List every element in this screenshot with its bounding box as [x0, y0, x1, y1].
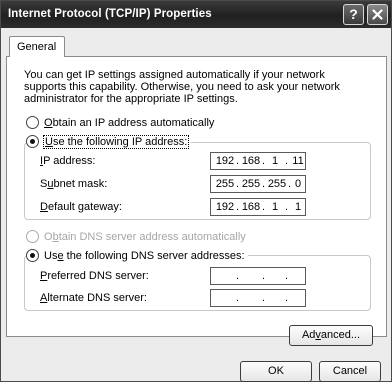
default-gateway-label: Default gateway: [40, 201, 122, 213]
tcpip-properties-dialog: Internet Protocol (TCP/IP) Properties ? … [0, 0, 392, 382]
octet-separator: . [285, 201, 289, 213]
help-button[interactable]: ? [343, 4, 364, 25]
radio-button[interactable] [26, 230, 39, 243]
radio-obtain-dns-auto-label: Obtain DNS server address automatically [44, 230, 246, 243]
octet: 1 [271, 201, 279, 213]
octet-separator: . [236, 292, 240, 304]
octet-separator: . [236, 201, 240, 213]
octet: 168 [241, 201, 261, 213]
radio-button[interactable] [26, 135, 39, 148]
octet-separator: . [236, 270, 240, 282]
intro-text: You can get IP settings assigned automat… [24, 69, 340, 105]
radio-use-following-dns[interactable]: Use the following DNS server addresses: [26, 249, 248, 262]
octet: 0 [294, 178, 302, 190]
octet-separator: . [262, 201, 266, 213]
octet-separator: . [285, 155, 289, 167]
subnet-mask-label: Subnet mask: [40, 178, 108, 190]
radio-obtain-ip-auto-label: Obtain an IP address automatically [44, 116, 215, 129]
octet-separator: . [262, 155, 266, 167]
radio-use-following-dns-label: Use the following DNS server addresses: [44, 249, 245, 262]
ok-button[interactable]: OK [240, 361, 312, 382]
octet-separator: . [262, 270, 266, 282]
octet: 168 [241, 155, 261, 167]
preferred-dns-label: Preferred DNS server: [40, 270, 149, 282]
radio-obtain-ip-auto[interactable]: Obtain an IP address automatically [26, 116, 214, 129]
octet-separator: . [262, 292, 266, 304]
octet-separator: . [285, 270, 289, 282]
octet-separator: . [285, 292, 289, 304]
radio-button[interactable] [26, 249, 39, 262]
close-icon [372, 9, 383, 20]
radio-obtain-dns-auto[interactable]: Obtain DNS server address automatically [26, 230, 246, 243]
octet-separator: . [236, 155, 240, 167]
radio-use-following-ip[interactable]: Use the following IP address: [26, 134, 192, 149]
octet-separator: . [236, 178, 240, 190]
octet: 192 [215, 201, 235, 213]
octet: 1 [271, 155, 279, 167]
tab-general[interactable]: General [9, 36, 65, 57]
octet: 255 [215, 178, 235, 190]
window-title: Internet Protocol (TCP/IP) Properties [8, 8, 212, 20]
subnet-mask-input[interactable]: 255 . 255 . 255 . 0 [210, 175, 306, 193]
octet-separator: . [262, 178, 266, 190]
default-gateway-input[interactable]: 192 . 168 . 1 . 1 [210, 198, 306, 216]
help-icon: ? [349, 6, 358, 22]
octet: 192 [215, 155, 235, 167]
ip-address-input[interactable]: 192 . 168 . 1 . 11 [210, 152, 306, 170]
close-button[interactable] [367, 4, 388, 25]
radio-use-following-ip-label: Use the following IP address: [42, 134, 190, 149]
alternate-dns-input[interactable]: . . . [210, 289, 306, 307]
cancel-button[interactable]: Cancel [319, 361, 381, 382]
octet: 1 [294, 201, 302, 213]
preferred-dns-input[interactable]: . . . [210, 267, 306, 285]
octet: 255 [241, 178, 261, 190]
octet: 255 [267, 178, 287, 190]
alternate-dns-label: Alternate DNS server: [40, 292, 147, 304]
ip-address-label: IP address: [40, 155, 96, 167]
radio-button[interactable] [26, 116, 39, 129]
octet: 11 [292, 155, 304, 167]
title-bar[interactable]: Internet Protocol (TCP/IP) Properties ? [1, 1, 391, 28]
advanced-button[interactable]: Advanced... [289, 325, 373, 346]
